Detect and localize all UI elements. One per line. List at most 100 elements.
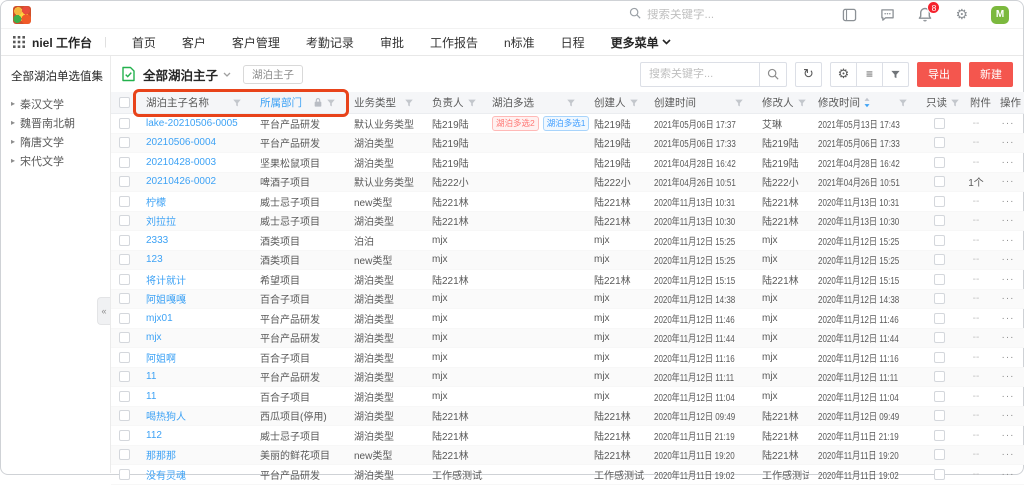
nav-item-0[interactable]: 首页: [119, 34, 169, 51]
sidebar-collapse-handle[interactable]: «: [97, 297, 110, 325]
row-name-link[interactable]: 20210506-0004: [146, 137, 216, 148]
nav-item-4[interactable]: 审批: [367, 34, 417, 51]
row-checkbox[interactable]: [119, 332, 130, 343]
sidebar-item-1[interactable]: ▸魏晋南北朝: [11, 113, 100, 132]
col-header-multi[interactable]: 湖泊多选: [483, 92, 585, 113]
filter-funnel-icon[interactable]: [734, 98, 744, 108]
row-checkbox[interactable]: [119, 137, 130, 148]
row-checkbox[interactable]: [119, 352, 130, 363]
table-search-button[interactable]: [759, 63, 786, 86]
filter-button[interactable]: [882, 62, 909, 87]
col-header-select[interactable]: [111, 92, 137, 113]
row-name-link[interactable]: 柠檬: [146, 198, 166, 209]
filter-funnel-icon[interactable]: [950, 98, 960, 108]
col-header-dept[interactable]: 所属部门: [251, 92, 345, 113]
col-header-readonly[interactable]: 只读: [917, 92, 961, 113]
col-header-created[interactable]: 创建时间: [645, 92, 753, 113]
row-checkbox[interactable]: [119, 313, 130, 324]
notification-bell-icon[interactable]: 8: [918, 7, 932, 22]
filter-funnel-icon[interactable]: [232, 98, 242, 108]
row-name-link[interactable]: 123: [146, 254, 163, 265]
nav-item-3[interactable]: 考勤记录: [293, 34, 367, 51]
readonly-checkbox[interactable]: [934, 274, 945, 285]
row-name-link[interactable]: mjx: [146, 332, 162, 343]
row-checkbox[interactable]: [119, 410, 130, 421]
row-checkbox[interactable]: [119, 430, 130, 441]
readonly-checkbox[interactable]: [934, 449, 945, 460]
readonly-checkbox[interactable]: [934, 391, 945, 402]
filter-funnel-icon[interactable]: [467, 98, 477, 108]
row-more-actions-button[interactable]: ···: [1002, 371, 1015, 382]
row-checkbox[interactable]: [119, 371, 130, 382]
row-name-link[interactable]: 20210428-0003: [146, 157, 216, 168]
filter-funnel-icon[interactable]: [326, 98, 336, 108]
sidebar-item-3[interactable]: ▸宋代文学: [11, 151, 100, 170]
row-name-link[interactable]: 那那那: [146, 451, 176, 462]
global-search-input[interactable]: [647, 9, 777, 21]
header-checkbox[interactable]: [119, 97, 130, 108]
readonly-checkbox[interactable]: [934, 410, 945, 421]
create-button[interactable]: 新建: [969, 62, 1013, 87]
row-checkbox[interactable]: [119, 274, 130, 285]
row-checkbox[interactable]: [119, 176, 130, 187]
filter-funnel-icon[interactable]: [797, 98, 807, 108]
expand-arrow-icon[interactable]: ▸: [11, 137, 15, 146]
readonly-checkbox[interactable]: [934, 215, 945, 226]
row-more-actions-button[interactable]: ···: [1002, 274, 1015, 285]
table-search-input[interactable]: [641, 68, 759, 80]
row-checkbox[interactable]: [119, 215, 130, 226]
row-more-actions-button[interactable]: ···: [1002, 196, 1015, 207]
row-more-actions-button[interactable]: ···: [1002, 254, 1015, 265]
expand-arrow-icon[interactable]: ▸: [11, 118, 15, 127]
col-header-modifier[interactable]: 修改人: [753, 92, 809, 113]
sort-icon[interactable]: [863, 97, 871, 108]
col-header-owner[interactable]: 负责人: [423, 92, 483, 113]
row-name-link[interactable]: 112: [146, 430, 162, 441]
nav-item-7[interactable]: 日程: [548, 34, 598, 51]
row-name-link[interactable]: 阿姐啊: [146, 354, 176, 365]
export-button[interactable]: 导出: [917, 62, 961, 87]
row-name-link[interactable]: mjx01: [146, 313, 173, 324]
readonly-checkbox[interactable]: [934, 176, 945, 187]
sidebar-item-2[interactable]: ▸隋唐文学: [11, 132, 100, 151]
col-header-type[interactable]: 业务类型: [345, 92, 423, 113]
col-header-name[interactable]: 湖泊主子名称: [137, 92, 251, 113]
col-header-creator[interactable]: 创建人: [585, 92, 645, 113]
col-header-attachment[interactable]: 附件: [961, 92, 991, 113]
row-checkbox[interactable]: [119, 469, 130, 480]
filter-funnel-icon[interactable]: [629, 98, 639, 108]
row-more-actions-button[interactable]: ···: [1002, 430, 1015, 441]
nav-item-6[interactable]: n标准: [491, 34, 548, 51]
col-header-actions[interactable]: 操作: [991, 92, 1024, 113]
readonly-checkbox[interactable]: [934, 313, 945, 324]
workspace-title[interactable]: niel 工作台: [32, 34, 92, 51]
row-more-actions-button[interactable]: ···: [1002, 352, 1015, 363]
settings-gear-icon[interactable]: ⚙: [955, 6, 968, 23]
nav-item-1[interactable]: 客户: [169, 34, 219, 51]
row-name-link[interactable]: 阿姐嘎嘎: [146, 295, 186, 306]
nav-more-menu[interactable]: 更多菜单: [598, 34, 677, 51]
row-checkbox[interactable]: [119, 196, 130, 207]
row-more-actions-button[interactable]: ···: [1002, 293, 1015, 304]
row-more-actions-button[interactable]: ···: [1002, 449, 1015, 460]
readonly-checkbox[interactable]: [934, 371, 945, 382]
filter-funnel-icon[interactable]: [404, 98, 414, 108]
row-checkbox[interactable]: [119, 118, 130, 129]
filter-funnel-icon[interactable]: [898, 98, 908, 108]
row-more-actions-button[interactable]: ···: [1002, 215, 1015, 226]
readonly-checkbox[interactable]: [934, 332, 945, 343]
journal-icon[interactable]: [842, 8, 857, 22]
row-more-actions-button[interactable]: ···: [1002, 235, 1015, 246]
row-name-link[interactable]: 11: [146, 391, 156, 402]
row-more-actions-button[interactable]: ···: [1002, 157, 1015, 168]
row-more-actions-button[interactable]: ···: [1002, 118, 1015, 129]
row-density-button[interactable]: ≡: [856, 62, 883, 87]
global-search[interactable]: [629, 1, 777, 28]
sidebar-item-0[interactable]: ▸秦汉文学: [11, 94, 100, 113]
chat-icon[interactable]: [880, 8, 895, 22]
row-name-link[interactable]: 将计就计: [146, 276, 186, 287]
apps-grid-icon[interactable]: [13, 36, 25, 48]
filter-funnel-icon[interactable]: [566, 98, 576, 108]
row-checkbox[interactable]: [119, 235, 130, 246]
readonly-checkbox[interactable]: [934, 196, 945, 207]
